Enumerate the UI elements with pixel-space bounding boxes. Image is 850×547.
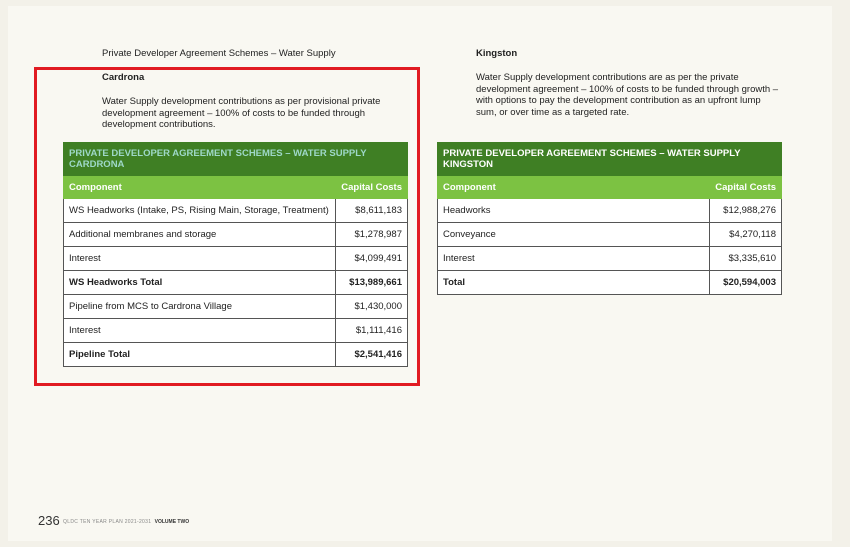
kingston-cost-table: PRIVATE DEVELOPER AGREEMENT SCHEMES – WA… xyxy=(437,142,782,295)
cell-component: Interest xyxy=(63,318,336,343)
table-row: Interest $1,111,416 xyxy=(63,318,408,343)
cell-component: Pipeline from MCS to Cardrona Village xyxy=(63,294,336,319)
cell-component: WS Headworks Total xyxy=(63,270,336,295)
section-title: Private Developer Agreement Schemes – Wa… xyxy=(102,48,336,59)
footer-plan-title: QLDC TEN YEAR PLAN 2021-2031 xyxy=(63,518,152,525)
column-header-capital-costs: Capital Costs xyxy=(335,175,408,199)
cell-capital-cost: $1,111,416 xyxy=(335,318,408,343)
cell-capital-cost: $3,335,610 xyxy=(709,246,782,271)
table-header-row: Component Capital Costs xyxy=(63,175,408,199)
cell-component: Conveyance xyxy=(437,222,710,247)
table-row: Pipeline Total $2,541,416 xyxy=(63,342,408,367)
table-title: PRIVATE DEVELOPER AGREEMENT SCHEMES – WA… xyxy=(437,142,782,176)
cardrona-cost-table: PRIVATE DEVELOPER AGREEMENT SCHEMES – WA… xyxy=(63,142,408,367)
kingston-heading: Kingston xyxy=(476,48,518,59)
cell-capital-cost: $13,989,661 xyxy=(335,270,408,295)
table-row: Interest $4,099,491 xyxy=(63,246,408,271)
cell-capital-cost: $8,611,183 xyxy=(335,198,408,223)
page-footer: 236 QLDC TEN YEAR PLAN 2021-2031 VOLUME … xyxy=(38,513,189,528)
cell-capital-cost: $1,278,987 xyxy=(335,222,408,247)
cell-component: Headworks xyxy=(437,198,710,223)
footer-volume: VOLUME TWO xyxy=(154,518,190,525)
table-header-row: Component Capital Costs xyxy=(437,175,782,199)
cell-capital-cost: $12,988,276 xyxy=(709,198,782,223)
table-row: WS Headworks (Intake, PS, Rising Main, S… xyxy=(63,198,408,223)
table-title: PRIVATE DEVELOPER AGREEMENT SCHEMES – WA… xyxy=(63,142,408,176)
cell-capital-cost: $2,541,416 xyxy=(335,342,408,367)
page-number: 236 xyxy=(38,513,60,528)
table-row: Conveyance $4,270,118 xyxy=(437,222,782,247)
table-row: WS Headworks Total $13,989,661 xyxy=(63,270,408,295)
table-row: Pipeline from MCS to Cardrona Village $1,… xyxy=(63,294,408,319)
kingston-paragraph: Water Supply development contributions a… xyxy=(476,72,779,118)
table-row: Interest $3,335,610 xyxy=(437,246,782,271)
column-header-capital-costs: Capital Costs xyxy=(709,175,782,199)
cell-capital-cost: $4,099,491 xyxy=(335,246,408,271)
cell-capital-cost: $20,594,003 xyxy=(709,270,782,295)
column-header-component: Component xyxy=(63,175,336,199)
cell-capital-cost: $1,430,000 xyxy=(335,294,408,319)
cell-component: Interest xyxy=(63,246,336,271)
table-title-row: PRIVATE DEVELOPER AGREEMENT SCHEMES – WA… xyxy=(63,142,408,176)
table-row: Headworks $12,988,276 xyxy=(437,198,782,223)
column-header-component: Component xyxy=(437,175,710,199)
table-row: Additional membranes and storage $1,278,9… xyxy=(63,222,408,247)
table-row: Total $20,594,003 xyxy=(437,270,782,295)
cell-component: WS Headworks (Intake, PS, Rising Main, S… xyxy=(63,198,336,223)
table-title-row: PRIVATE DEVELOPER AGREEMENT SCHEMES – WA… xyxy=(437,142,782,176)
cell-component: Additional membranes and storage xyxy=(63,222,336,247)
cell-component: Pipeline Total xyxy=(63,342,336,367)
cell-component: Interest xyxy=(437,246,710,271)
cell-capital-cost: $4,270,118 xyxy=(709,222,782,247)
cell-component: Total xyxy=(437,270,710,295)
